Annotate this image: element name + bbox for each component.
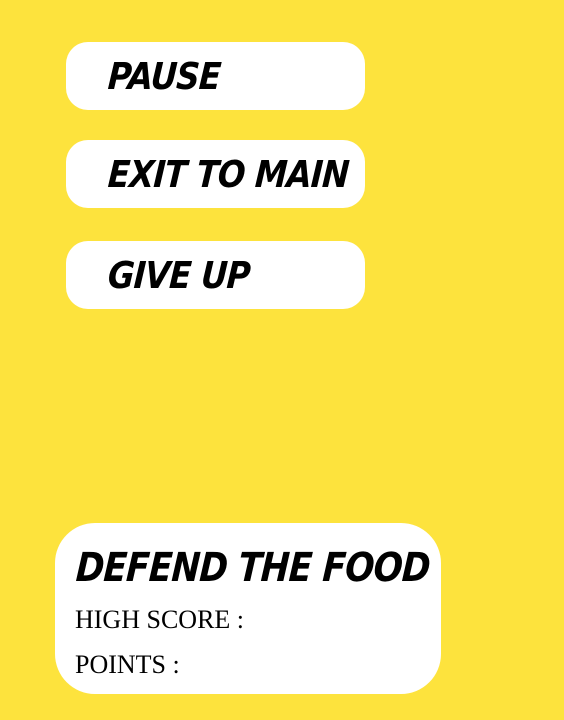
exit-to-main-button[interactable]: EXIT TO MAIN (66, 140, 365, 208)
pause-button-label: PAUSE (106, 54, 222, 98)
high-score-label: HIGH SCORE : (75, 605, 245, 634)
give-up-button[interactable]: GIVE UP (66, 241, 365, 309)
score-panel: DEFEND THE FOOD HIGH SCORE : POINTS : (55, 523, 441, 694)
points-label: POINTS : (75, 650, 180, 679)
game-title: DEFEND THE FOOD (74, 545, 432, 591)
pause-button[interactable]: PAUSE (66, 42, 365, 110)
exit-to-main-button-label: EXIT TO MAIN (106, 152, 350, 196)
give-up-button-label: GIVE UP (106, 253, 252, 297)
